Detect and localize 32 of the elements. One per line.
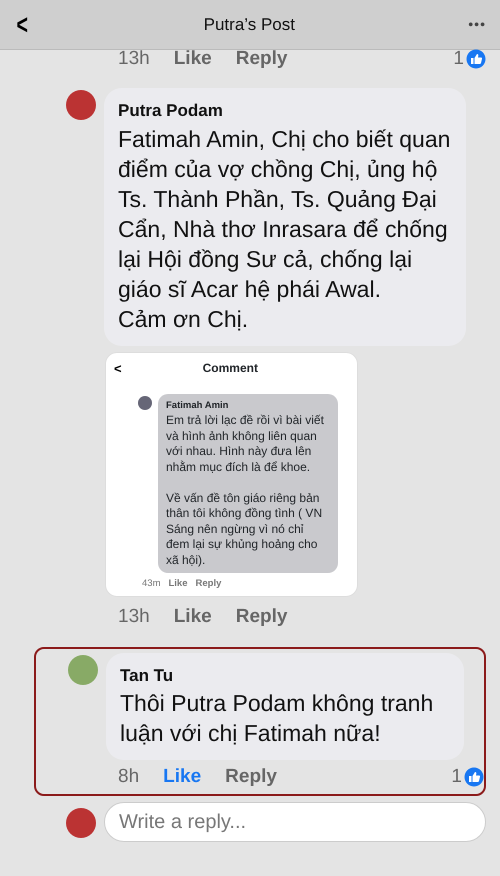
comment-text: Em trả lời lạc đề rồi vì bài viết và hình ảnh không liên quan với nhau. Hình này đưa lên nhằm mục đích là để khoe. Về vấn đề tôn giáo riêng bản thân tôi không đồng tình ( VN Sáng nên ngừng vì nó chỉ đem lại sự khủng hoảng cho xã hội).	[166, 413, 325, 568]
comment-text: Fatimah Amin, Chị cho biết quan điểm của vợ chồng Chị, ủng hộ Ts. Thành Phần, Ts. Quảng Đại Cẩn, Nhà thơ Inrasara để chống lại Hội đồng Sư cả, chống lại giáo sĩ Acar hệ phái Awal. Cảm ơn Chị.	[118, 124, 452, 334]
comment-text: Thôi Putra Podam không tranh luận với chị Fatimah nữa!	[120, 689, 434, 748]
timestamp: 8h	[118, 764, 140, 789]
timestamp: 13h	[118, 605, 150, 630]
author-name: Tan Tu	[120, 664, 174, 686]
back-button[interactable]: <	[16, 10, 28, 38]
reaction-count: 1	[451, 764, 462, 789]
reply-field[interactable]: Write a reply...	[104, 802, 486, 842]
avatar	[66, 808, 96, 838]
like-reaction-icon	[464, 767, 484, 787]
like-link[interactable]: Like	[174, 603, 212, 632]
like-link[interactable]: Like	[163, 762, 202, 792]
author-name: Fatimah Amin	[166, 399, 230, 413]
more-button[interactable]: •••	[468, 14, 486, 35]
window-title: Putra’s Post	[204, 14, 295, 36]
window-title: Comment	[202, 360, 259, 378]
like-link[interactable]: Like	[168, 577, 188, 592]
reply-link[interactable]: Reply	[225, 762, 277, 792]
reaction-count: 1	[453, 46, 464, 71]
avatar	[68, 654, 98, 684]
author-name: Putra Podam	[118, 100, 224, 122]
avatar	[138, 396, 152, 410]
avatar	[66, 90, 96, 120]
like-link[interactable]: Like	[174, 44, 212, 74]
like-reaction-icon	[466, 49, 486, 69]
reply-link[interactable]: Reply	[236, 603, 288, 632]
reply-link[interactable]: Reply	[236, 44, 288, 74]
timestamp: 13h	[118, 46, 150, 71]
back-button[interactable]: <	[114, 358, 122, 378]
reply-link[interactable]: Reply	[196, 577, 222, 592]
timestamp: 43m	[142, 577, 160, 592]
